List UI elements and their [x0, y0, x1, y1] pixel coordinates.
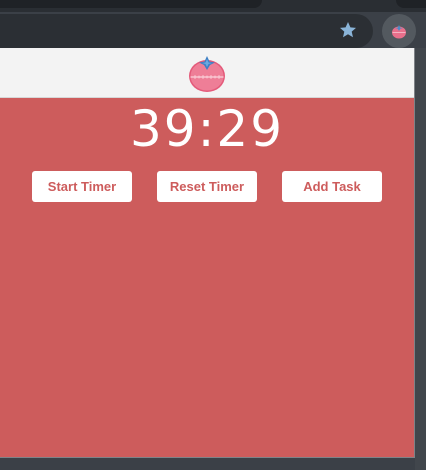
- star-icon[interactable]: [338, 20, 358, 40]
- background-page: [415, 48, 426, 470]
- start-timer-button[interactable]: Start Timer: [32, 171, 132, 202]
- popup-header: [0, 48, 414, 98]
- tab-strip: [0, 0, 426, 12]
- add-task-button[interactable]: Add Task: [282, 171, 382, 202]
- extension-button[interactable]: [382, 14, 416, 48]
- address-bar[interactable]: [0, 14, 373, 48]
- reset-timer-button[interactable]: Reset Timer: [157, 171, 257, 202]
- browser-tab-right[interactable]: [396, 0, 426, 8]
- browser-toolbar: [0, 12, 426, 50]
- browser-tab[interactable]: [0, 0, 262, 8]
- extension-popup: 39:29 Start Timer Reset Timer Add Task: [0, 48, 415, 458]
- tomato-timer-icon: [392, 25, 406, 39]
- timer-display: 39:29: [129, 100, 285, 158]
- tomato-timer-icon: [189, 56, 225, 92]
